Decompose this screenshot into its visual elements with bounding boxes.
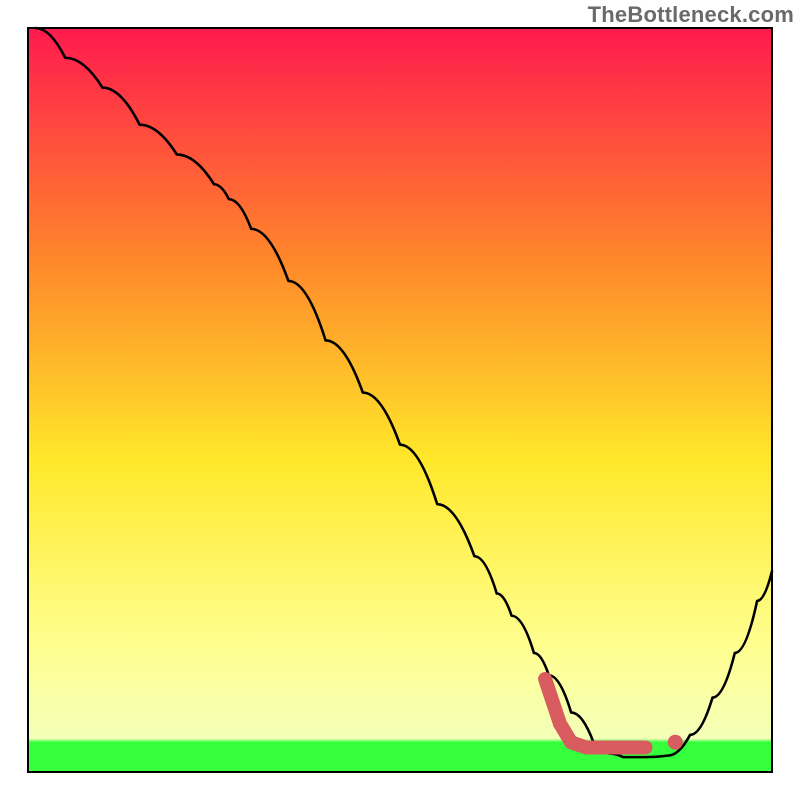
highlight-dot <box>668 735 683 750</box>
plot-area <box>28 28 772 772</box>
plot-background <box>28 28 772 772</box>
chart-frame: { "watermark": "TheBottleneck.com", "col… <box>0 0 800 800</box>
chart-canvas <box>0 0 800 800</box>
